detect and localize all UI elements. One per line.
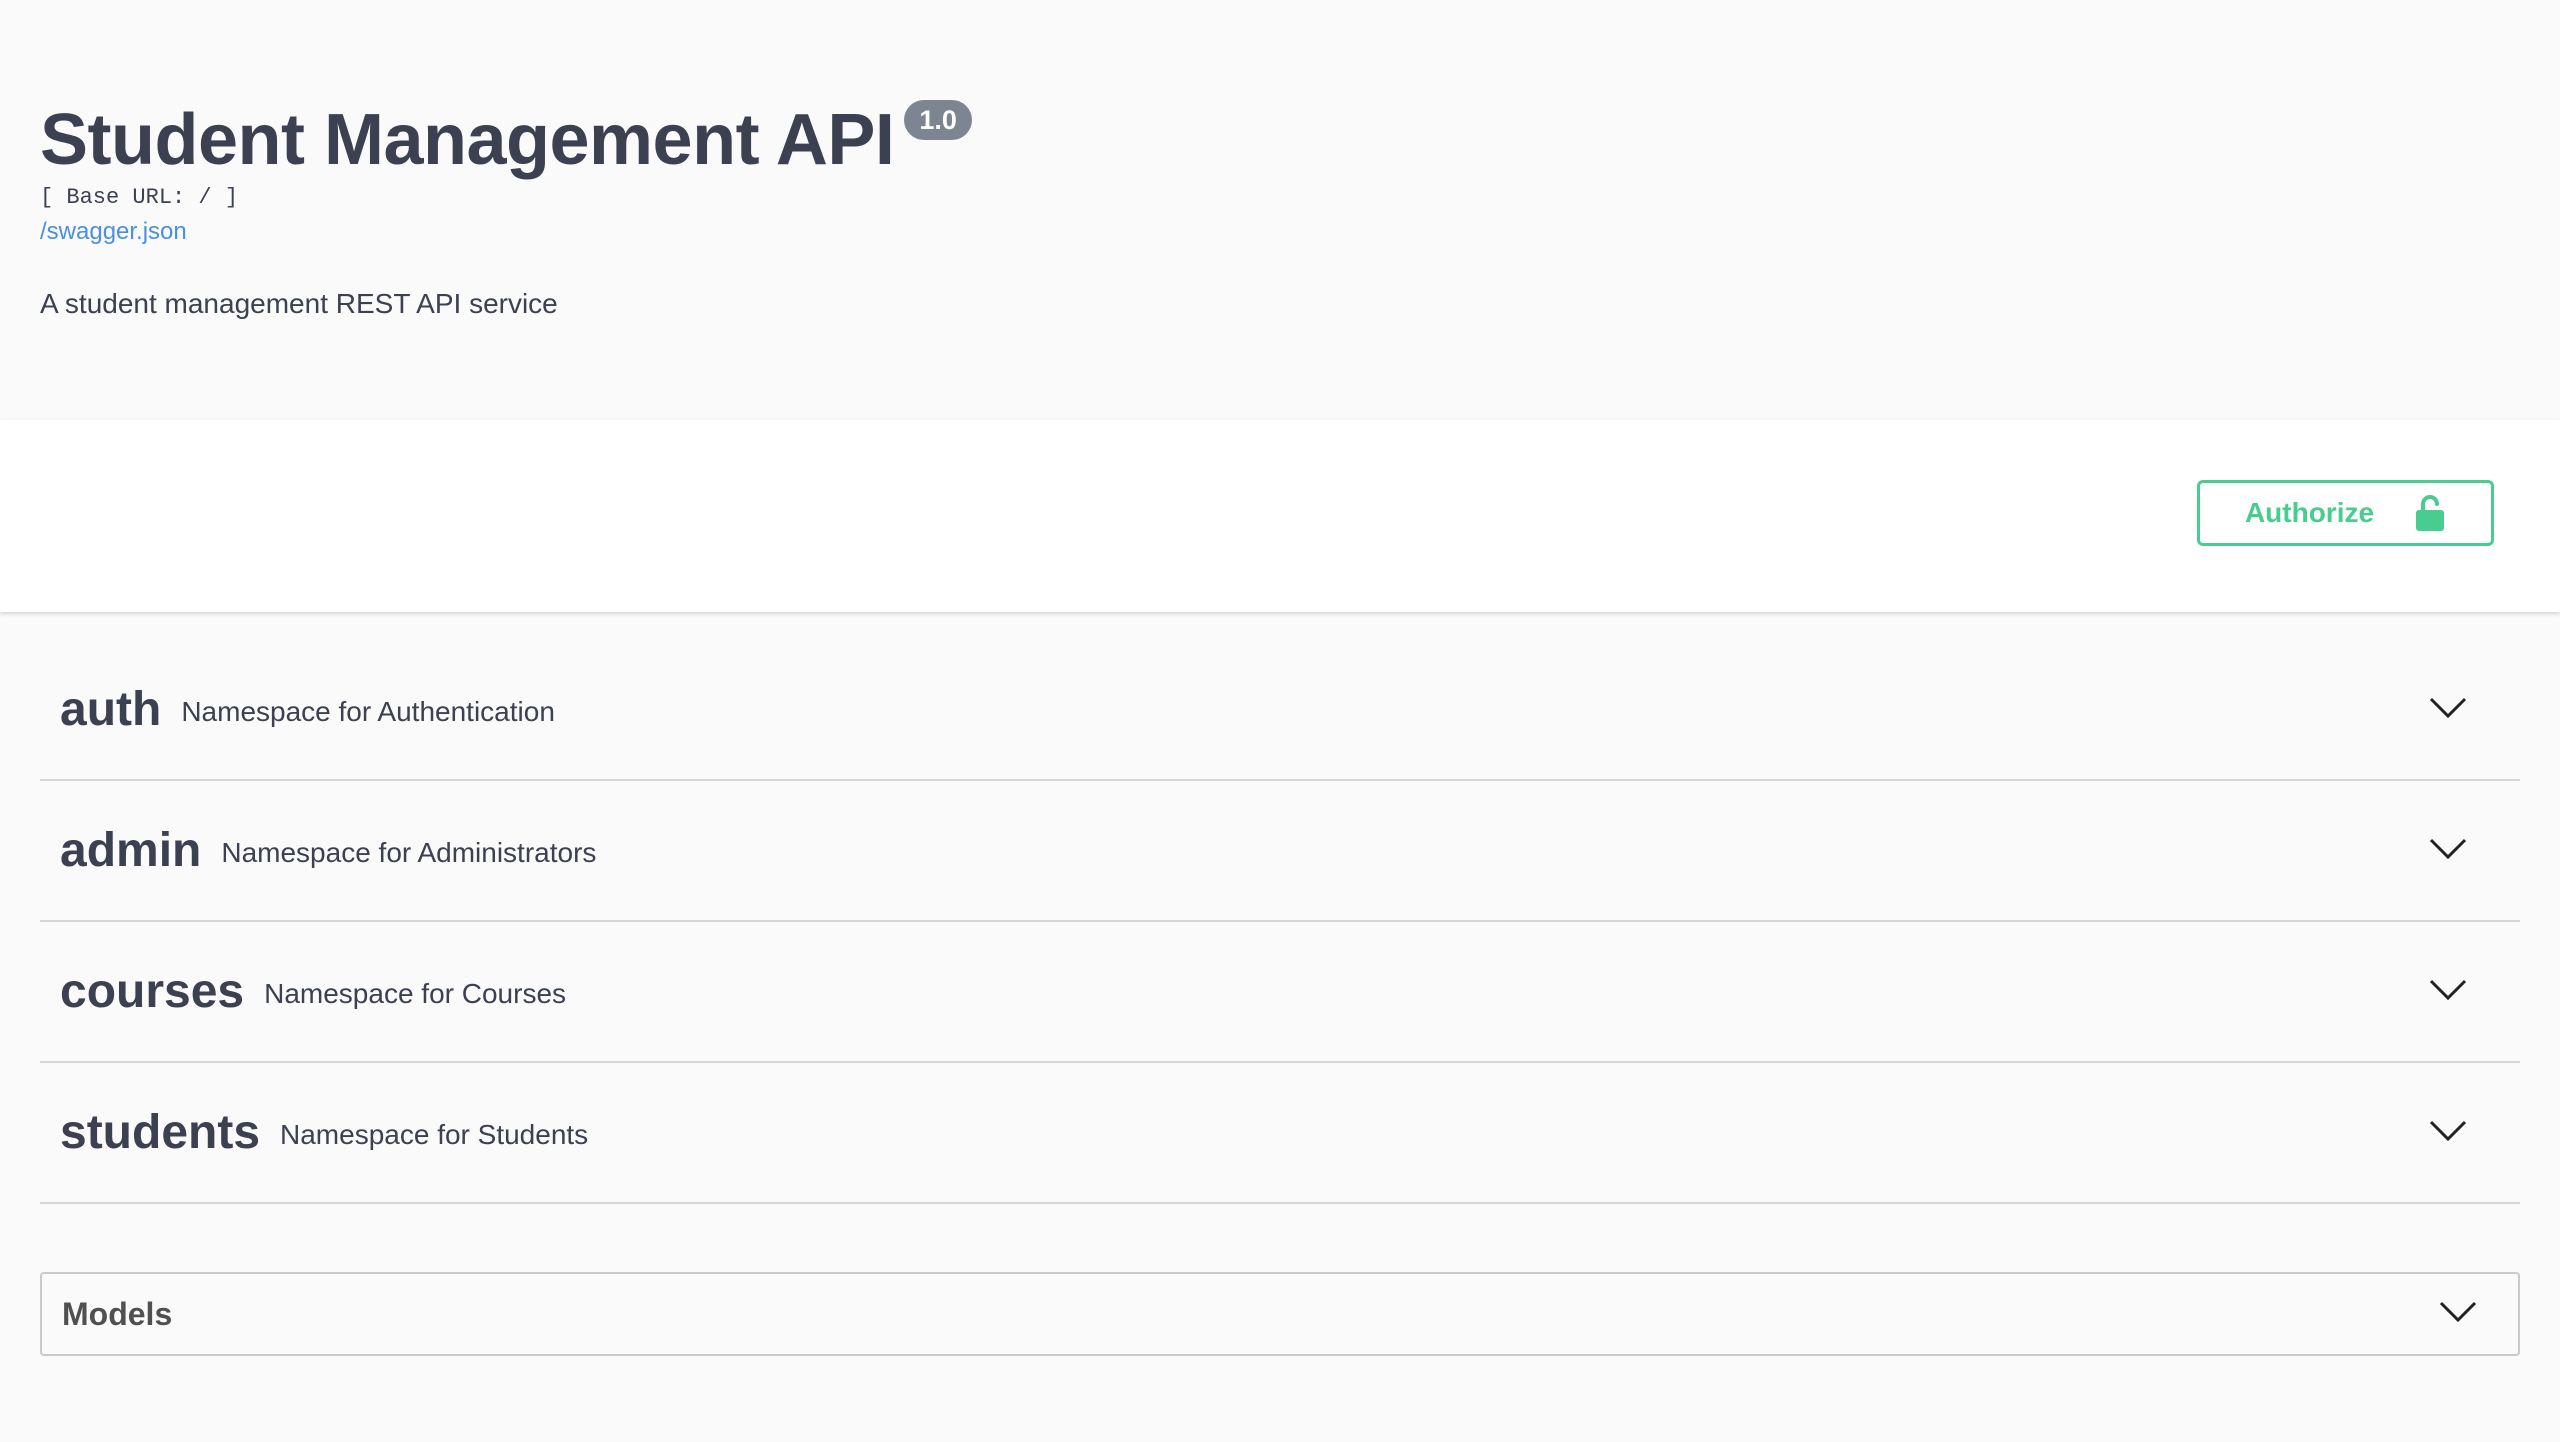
tag-section-auth[interactable]: auth Namespace for Authentication — [40, 640, 2520, 781]
tag-description: Namespace for Courses — [264, 978, 567, 1009]
tag-name: students — [60, 1106, 261, 1159]
tag-section-courses[interactable]: courses Namespace for Courses — [40, 922, 2520, 1063]
tag-name: courses — [60, 965, 245, 1018]
tag-list: auth Namespace for Authentication admin Na… — [40, 640, 2520, 1204]
chevron-down-icon[interactable] — [2428, 837, 2468, 866]
tag-description: Namespace for Authentication — [181, 696, 555, 727]
api-info: Student Management API 1.0 [ Base URL: /… — [40, 0, 2520, 420]
tag-header: admin Namespace for Administrators — [60, 823, 596, 881]
tag-section-students[interactable]: students Namespace for Students — [40, 1063, 2520, 1204]
version-badge: 1.0 — [904, 100, 972, 140]
chevron-down-icon[interactable] — [2428, 978, 2468, 1007]
title-row: Student Management API 1.0 — [40, 92, 972, 188]
swagger-json-link[interactable]: /swagger.json — [40, 217, 187, 247]
tag-name: auth — [60, 683, 162, 736]
tag-section-admin[interactable]: admin Namespace for Administrators — [40, 781, 2520, 922]
models-section[interactable]: Models — [40, 1272, 2520, 1356]
tag-header: courses Namespace for Courses — [60, 964, 566, 1022]
api-description: A student management REST API service — [40, 288, 558, 319]
authorize-button[interactable]: Authorize — [2197, 480, 2494, 546]
page-title: Student Management API — [40, 100, 895, 180]
scheme-container: Authorize — [0, 420, 2560, 612]
models-title: Models — [62, 1296, 173, 1332]
unlocked-lock-icon — [2414, 494, 2446, 532]
chevron-down-icon[interactable] — [2438, 1300, 2478, 1329]
tag-name: admin — [60, 824, 202, 877]
tag-description: Namespace for Students — [280, 1119, 589, 1150]
tag-header: auth Namespace for Authentication — [60, 682, 555, 740]
tag-description: Namespace for Administrators — [221, 837, 597, 868]
chevron-down-icon[interactable] — [2428, 1119, 2468, 1148]
authorize-label: Authorize — [2244, 497, 2375, 528]
base-url: [ Base URL: / ] — [40, 185, 239, 210]
chevron-down-icon[interactable] — [2428, 696, 2468, 725]
tag-header: students Namespace for Students — [60, 1105, 588, 1163]
